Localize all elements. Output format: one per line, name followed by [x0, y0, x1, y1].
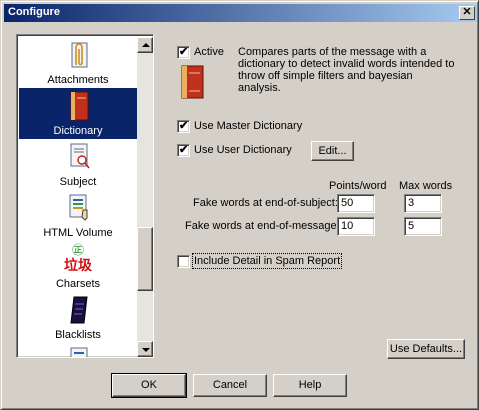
html-volume-icon: [69, 194, 88, 221]
scroll-up-button[interactable]: [137, 37, 153, 53]
active-label: Active: [194, 46, 224, 58]
close-icon: ✕: [462, 6, 472, 18]
configure-dialog: Configure ✕ Attachments Dictionary Subje…: [0, 0, 479, 410]
fake-words-subject-label: Fake words at end-of-subject:: [193, 197, 338, 209]
charsets-glyph-icon: ㊣ 垃圾: [64, 243, 92, 273]
use-user-dictionary-checkbox[interactable]: ✔: [177, 144, 190, 157]
subject-points-input[interactable]: 50: [337, 194, 375, 213]
use-master-dictionary-checkbox[interactable]: ✔: [177, 120, 190, 133]
document-icon: [70, 347, 88, 357]
list-item-label: Attachments: [47, 74, 109, 86]
close-button[interactable]: ✕: [459, 6, 475, 20]
ok-button[interactable]: OK: [111, 373, 187, 398]
arrow-up-icon: [142, 43, 150, 47]
category-list[interactable]: Attachments Dictionary Subject HTML Volu…: [16, 34, 154, 358]
active-checkbox[interactable]: ✔: [177, 46, 190, 59]
checkmark-icon: ✔: [179, 144, 189, 156]
max-words-header: Max words: [399, 180, 453, 192]
include-detail-label: Include Detail in Spam Report: [191, 253, 343, 269]
window-title: Configure: [8, 6, 60, 18]
category-list-items: Attachments Dictionary Subject HTML Volu…: [19, 37, 137, 357]
blacklist-book-icon: [70, 296, 88, 324]
list-item-label: Charsets: [55, 278, 101, 290]
points-per-word-header: Points/word: [329, 180, 387, 192]
list-item-blacklists[interactable]: Blacklists: [19, 292, 137, 343]
arrow-down-icon: [142, 348, 150, 352]
title-bar[interactable]: Configure ✕: [4, 4, 477, 22]
list-item-label: HTML Volume: [43, 227, 113, 239]
list-item-html-volume[interactable]: HTML Volume: [19, 190, 137, 241]
scroll-down-button[interactable]: [137, 341, 153, 357]
scroll-thumb[interactable]: [137, 227, 153, 291]
use-master-dictionary-label: Use Master Dictionary: [194, 120, 303, 132]
help-button[interactable]: Help: [273, 374, 347, 397]
list-item-partial[interactable]: [19, 343, 137, 357]
edit-button[interactable]: Edit...: [311, 141, 354, 161]
cancel-button[interactable]: Cancel: [193, 374, 267, 397]
use-defaults-button[interactable]: Use Defaults...: [387, 339, 465, 359]
use-user-dictionary-label: Use User Dictionary: [194, 144, 292, 156]
message-max-input[interactable]: 5: [404, 217, 442, 236]
include-detail-checkbox[interactable]: [177, 255, 190, 268]
list-item-charsets[interactable]: ㊣ 垃圾 Charsets: [19, 241, 137, 292]
message-points-input[interactable]: 10: [337, 217, 375, 236]
list-item-subject[interactable]: Subject: [19, 139, 137, 190]
paperclip-icon: [71, 42, 88, 68]
category-list-scrollbar[interactable]: [137, 37, 153, 357]
checkmark-icon: ✔: [179, 46, 189, 58]
subject-max-input[interactable]: 3: [404, 194, 442, 213]
dictionary-book-icon: [181, 65, 204, 99]
list-item-label: Subject: [59, 176, 97, 188]
subject-document-icon: [70, 143, 90, 169]
list-item-attachments[interactable]: Attachments: [19, 37, 137, 88]
dictionary-book-icon: [70, 91, 89, 121]
list-item-dictionary[interactable]: Dictionary: [19, 88, 137, 139]
list-item-label: Dictionary: [53, 125, 103, 137]
active-description: Compares parts of the message with a dic…: [238, 46, 455, 94]
list-item-label: Blacklists: [55, 329, 101, 341]
checkmark-icon: ✔: [179, 120, 189, 132]
fake-words-message-label: Fake words at end-of-message:: [185, 220, 340, 232]
